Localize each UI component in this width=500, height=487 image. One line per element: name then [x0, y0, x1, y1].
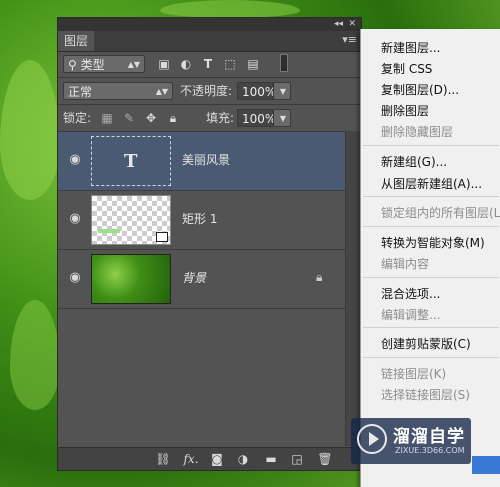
layer-row-shape[interactable]: ◉ 矩形 1 [58, 191, 345, 250]
text-icon: T [124, 151, 138, 172]
divider [58, 104, 361, 105]
background-leaf [10, 300, 60, 410]
panel-menu-icon[interactable]: ▾≡ [342, 33, 357, 46]
fill-input[interactable]: 100% [237, 109, 276, 127]
menu-divider [363, 226, 499, 227]
close-icon[interactable]: ✕ [348, 18, 356, 31]
menu-item-edit-adjustment: 编辑调整... [381, 308, 441, 322]
fill-label: 填充: [206, 111, 235, 125]
menu-divider [363, 357, 499, 358]
eye-icon[interactable]: ◉ [66, 270, 84, 288]
background-leaf [0, 60, 60, 200]
chevron-down-icon: ▼ [279, 87, 286, 96]
folder-icon[interactable]: ▬ [263, 451, 279, 467]
menu-item-blending-options[interactable]: 混合选项... [381, 285, 440, 302]
mask-icon[interactable]: ◙ [209, 451, 225, 467]
tab-layers[interactable]: 图层 [58, 31, 95, 51]
tab-row: 图层 ▾≡ [58, 31, 361, 52]
lock-transparent-pixels-icon[interactable]: ▦ [100, 111, 114, 125]
layer-thumbnail [91, 195, 171, 245]
adjustment-layer-icon[interactable]: ◑ [235, 451, 251, 467]
collapse-icon[interactable]: ◂◂ [334, 18, 343, 31]
opacity-label: 不透明度: [180, 84, 233, 98]
eye-icon[interactable]: ◉ [66, 152, 84, 170]
blend-mode-select[interactable]: 正常 ▲▼ [63, 82, 173, 100]
move-icon[interactable]: ✥ [144, 111, 158, 125]
adjustment-icon[interactable]: ◐ [179, 57, 193, 71]
layer-thumbnail: T [91, 136, 171, 186]
play-icon [357, 424, 387, 454]
search-icon: ⚲ [68, 58, 77, 72]
panel-bottom-bar: ⛓ fx. ◙ ◑ ▬ ◲ 🗑︎ [58, 447, 361, 470]
lock-icon: 🔒︎ [316, 270, 323, 284]
vector-mask-icon [156, 232, 168, 242]
menu-item-create-clipping-mask[interactable]: 创建剪贴蒙版(C) [381, 335, 471, 352]
filter-kind-label: 类型 [80, 58, 105, 72]
menu-item-link-layers: 链接图层(K) [381, 367, 447, 381]
toggle-switch-icon[interactable] [280, 54, 288, 72]
menu-item-delete-layer[interactable]: 删除图层 [381, 102, 429, 119]
layer-name[interactable]: 背景 [182, 269, 206, 286]
chevron-down-icon: ▲▼ [155, 87, 168, 96]
image-icon[interactable]: ▣ [157, 57, 171, 71]
menu-item-lock-all-layers-in-group: 锁定组内的所有图层(L)... [381, 206, 500, 220]
scrollbar[interactable] [345, 131, 361, 446]
layer-name[interactable]: 矩形 1 [182, 210, 217, 227]
chevron-down-icon: ▲▼ [127, 60, 140, 69]
menu-item-select-linked-layers: 选择链接图层(S) [381, 388, 470, 402]
lock-icon[interactable]: 🔒︎ [166, 111, 180, 125]
fill-dropdown-button[interactable]: ▼ [273, 109, 291, 127]
menu-divider [363, 196, 499, 197]
menu-item-new-group-from-layers[interactable]: 从图层新建组(A)... [381, 175, 482, 192]
link-icon[interactable]: ⛓ [155, 451, 171, 467]
background-leaf [160, 0, 300, 18]
smart-object-icon[interactable]: ▤ [246, 57, 260, 71]
brush-icon[interactable]: ✎ [122, 111, 136, 125]
menu-highlight [472, 456, 500, 474]
eye-icon[interactable]: ◉ [66, 211, 84, 229]
lock-label: 锁定: [63, 111, 92, 125]
layer-row-background[interactable]: ◉ 背景 🔒︎ [58, 250, 345, 309]
layer-name[interactable]: 美丽风景 [182, 151, 230, 168]
menu-item-duplicate-layer[interactable]: 复制图层(D)... [381, 81, 459, 98]
menu-item-delete-hidden-layers: 删除隐藏图层 [381, 125, 454, 139]
blend-mode-value: 正常 [68, 85, 93, 99]
menu-divider [363, 145, 499, 146]
watermark-title: 溜溜自学 [393, 427, 465, 447]
opacity-input[interactable]: 100% [237, 82, 276, 100]
menu-item-convert-to-smart-object[interactable]: 转换为智能对象(M) [381, 234, 485, 251]
divider [58, 77, 361, 78]
opacity-dropdown-button[interactable]: ▼ [273, 82, 291, 100]
menu-divider [363, 277, 499, 278]
watermark-url: ZIXUE.3D66.COM [395, 446, 465, 455]
trash-icon[interactable]: 🗑︎ [317, 451, 333, 467]
layers-panel: ◂◂ ✕ 图层 ▾≡ ⚲ 类型 ▲▼ ▣ ◐ T ⬚ ▤ 正常 ▲▼ 不透明度:… [57, 17, 362, 471]
menu-divider [363, 327, 499, 328]
menu-item-copy-css[interactable]: 复制 CSS [381, 60, 432, 77]
fx-icon[interactable]: fx. [183, 451, 199, 467]
menu-item-new-layer[interactable]: 新建图层... [381, 39, 440, 56]
panel-title-bar[interactable]: ◂◂ ✕ [58, 18, 361, 31]
text-icon[interactable]: T [201, 57, 215, 71]
filter-kind-select[interactable]: ⚲ 类型 ▲▼ [63, 55, 145, 73]
layer-thumbnail [91, 254, 171, 304]
menu-item-edit-contents: 编辑内容 [381, 257, 430, 271]
shape-icon[interactable]: ⬚ [223, 57, 237, 71]
watermark-logo: 溜溜自学 ZIXUE.3D66.COM [351, 418, 471, 464]
chevron-down-icon: ▼ [279, 114, 286, 123]
new-layer-icon[interactable]: ◲ [289, 451, 305, 467]
menu-item-new-group[interactable]: 新建组(G)... [381, 153, 447, 170]
shape-preview [98, 229, 120, 233]
layer-row-text[interactable]: ◉ T 美丽风景 [58, 132, 345, 191]
